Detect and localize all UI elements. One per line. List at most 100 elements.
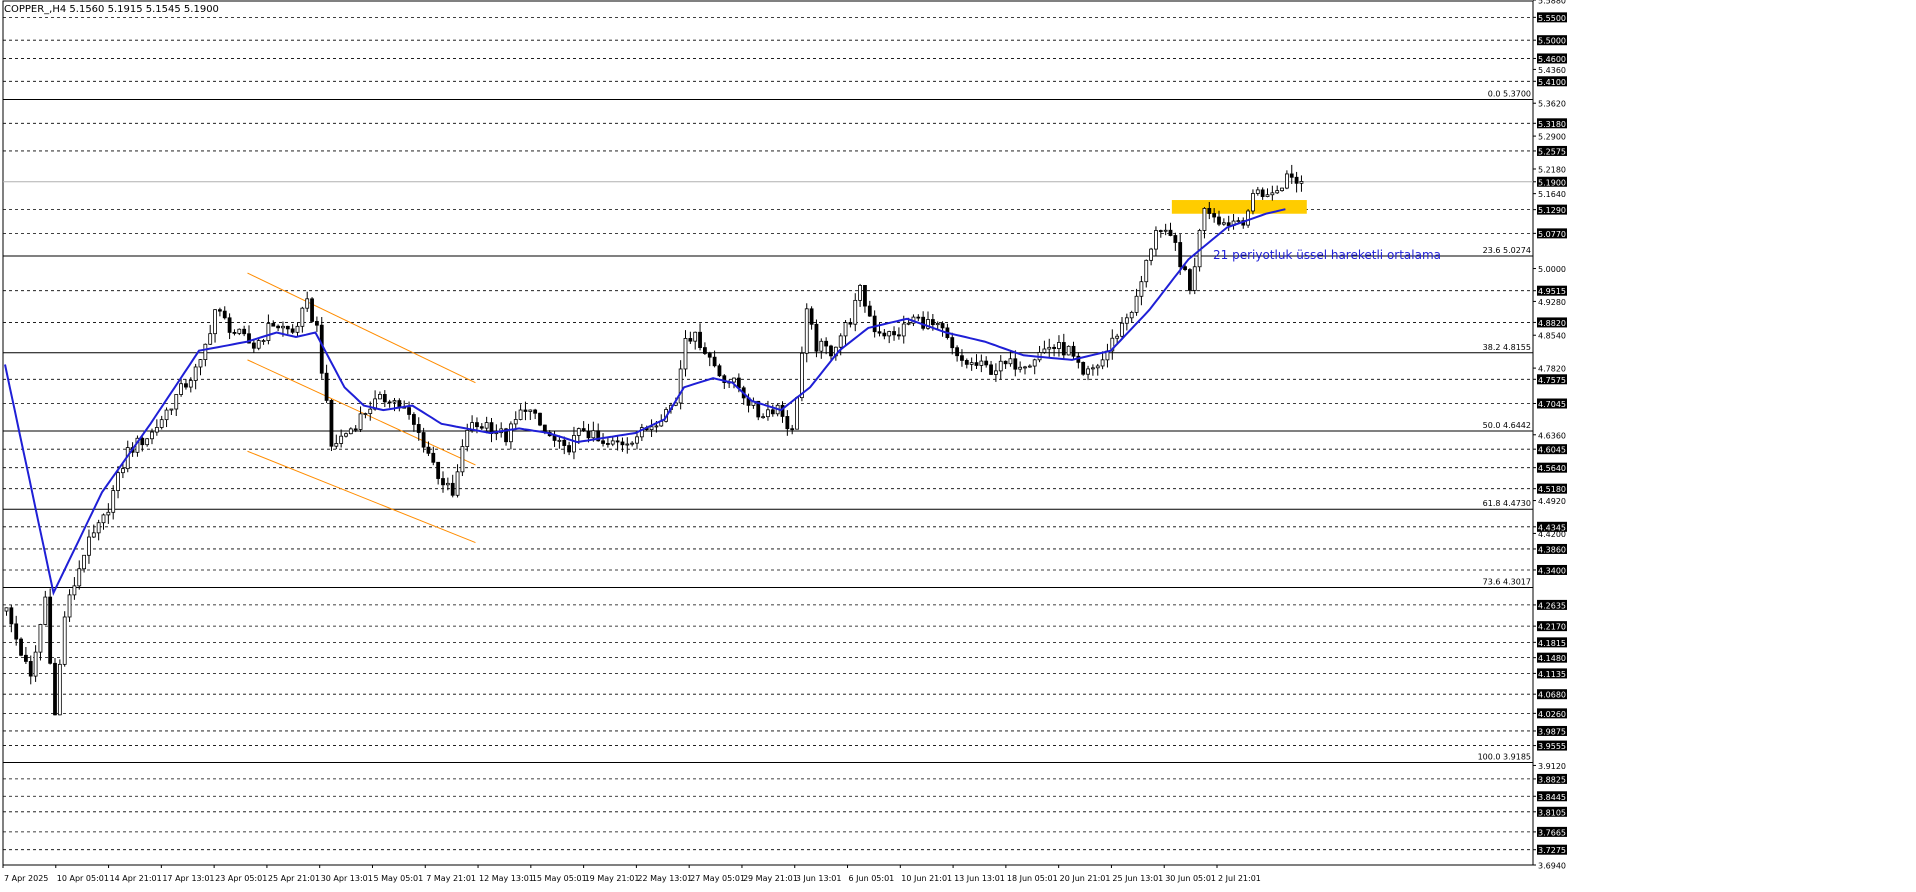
candle-body [698, 331, 702, 348]
candle-body [353, 428, 358, 431]
price-tick-label: 4.5180 [1538, 485, 1566, 494]
time-tick-label: 19 May 21:01 [585, 874, 640, 883]
candle-body [1008, 358, 1013, 365]
candle-body [1188, 269, 1192, 291]
candle-body [145, 438, 150, 446]
price-chart[interactable]: 0.0 5.3700 23.6 5.0274 38.2 4.8155 50.0 4.6… [0, 0, 1916, 888]
candle-body [159, 419, 164, 428]
plot-frame [2, 0, 1534, 866]
candle-body [508, 423, 513, 443]
candle-body [1270, 192, 1275, 196]
candle-body [479, 426, 484, 429]
candle-body [858, 284, 862, 301]
candle-body [164, 409, 169, 421]
candle-body [1134, 295, 1139, 313]
candle-body [48, 596, 53, 664]
fib-level-label: 23.6 5.0274 [1483, 246, 1531, 255]
price-tick-label: 4.7820 [1538, 365, 1566, 374]
candle-body [1032, 359, 1037, 367]
candle-body [465, 429, 470, 447]
time-tick-label: 10 Apr 05:01 [57, 874, 109, 883]
candle-body [1100, 359, 1105, 367]
candle-body [824, 340, 829, 347]
chart-canvas[interactable]: 0.0 5.3700 23.6 5.0274 38.2 4.8155 50.0 4.6… [0, 0, 1916, 888]
time-tick-label: 29 May 21:01 [743, 874, 798, 883]
candle-body [1120, 322, 1124, 337]
candle-body [348, 428, 353, 435]
price-tick-label: 5.4600 [1538, 55, 1566, 64]
price-tick-label: 4.0680 [1538, 691, 1566, 700]
candle-body [82, 554, 86, 570]
candle-body [319, 324, 324, 374]
candle-body [416, 424, 421, 433]
candle-body [1299, 181, 1304, 184]
candle-body [800, 352, 804, 399]
candle-body [222, 310, 227, 319]
candle-body [625, 443, 630, 446]
candle-body [1202, 207, 1207, 231]
candle-body [1251, 193, 1255, 212]
candle-body [310, 298, 314, 322]
time-tick-label: 3 Jun 13:01 [796, 874, 842, 883]
candle-body [848, 322, 853, 325]
candle-body [475, 422, 479, 428]
candle-body [188, 380, 193, 388]
time-tick-label: 14 Apr 21:01 [110, 874, 162, 883]
candle-body [538, 412, 542, 426]
candle-body [77, 568, 82, 587]
fib-level-label: 50.0 4.6442 [1483, 421, 1531, 430]
candle-body [935, 323, 940, 326]
price-tick-label: 5.4360 [1538, 66, 1566, 75]
candle-body [1183, 266, 1187, 270]
candle-body [867, 305, 872, 317]
time-tick-label: 22 May 13:01 [637, 874, 692, 883]
candle-body [96, 522, 101, 534]
price-tick-label: 4.9280 [1538, 298, 1566, 307]
candle-body [281, 325, 285, 329]
candle-body [1163, 229, 1168, 232]
candle-body [1236, 220, 1241, 223]
candle-body [397, 400, 402, 408]
price-tick-label: 5.5500 [1538, 14, 1566, 23]
price-tick-label: 4.4200 [1538, 530, 1566, 539]
candle-body [882, 332, 887, 337]
candle-body [378, 394, 382, 400]
candle-body [770, 409, 775, 415]
price-tick-label: 5.1900 [1538, 178, 1566, 187]
candle-body [557, 439, 562, 442]
candle-body [213, 309, 217, 335]
candle-body [635, 436, 639, 444]
candle-body [1066, 345, 1071, 356]
fib-level-label: 38.2 4.8155 [1483, 343, 1531, 352]
candle-body [790, 428, 795, 431]
candle-body [484, 422, 489, 429]
candle-body [989, 364, 993, 375]
candle-body [562, 439, 567, 446]
candle-body [174, 394, 179, 410]
price-tick-label: 5.4100 [1538, 78, 1566, 87]
ema-annotation: 21 periyotluk üssel hareketli ortalama [1213, 248, 1441, 262]
candle-body [290, 328, 295, 333]
candle-body [1192, 266, 1197, 291]
candle-body [1173, 235, 1178, 243]
time-tick-label: 15 May 05:01 [532, 874, 587, 883]
candle-body [654, 425, 659, 428]
candle-body [1013, 358, 1018, 370]
candle-body [766, 409, 770, 418]
price-tick-label: 4.1815 [1538, 639, 1566, 648]
candle-body [62, 616, 67, 665]
candle-body [14, 623, 19, 640]
price-tick-label: 4.3400 [1538, 566, 1566, 575]
candle-body [630, 442, 635, 445]
candle-body [804, 308, 809, 354]
candle-body [436, 461, 441, 479]
candle-body [994, 370, 998, 375]
price-tick-label: 4.1480 [1538, 654, 1566, 663]
candle-body [1275, 190, 1280, 194]
price-tick-label: 4.8540 [1538, 332, 1566, 341]
candle-body [300, 307, 305, 327]
time-tick-label: 25 Apr 21:01 [268, 874, 320, 883]
candle-body [1061, 342, 1066, 356]
candle-body [979, 360, 984, 366]
candle-body [693, 331, 698, 342]
